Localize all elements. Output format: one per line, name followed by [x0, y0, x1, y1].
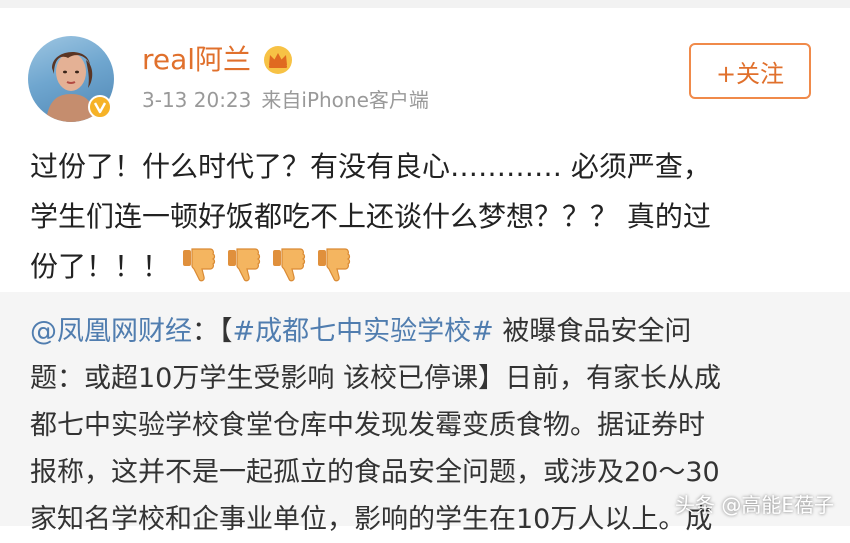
repost-line-text: 被曝食品安全问 [493, 316, 692, 347]
top-divider [0, 0, 850, 8]
hashtag-link[interactable]: #成都七中实验学校# [233, 316, 494, 347]
thumbs-down-icon [180, 244, 218, 284]
thumbs-down-icon [315, 244, 353, 284]
crown-icon [262, 44, 294, 76]
thumbs-down-emoji-group [180, 244, 353, 284]
repost-line: 都七中实验学校食堂仓库中发现发霉变质食物。据证券时 [30, 410, 705, 441]
post-line: 份了！！！ [30, 242, 820, 292]
repost-line: 题：或超10万学生受影响 该校已停课】日前，有家长从成 [30, 363, 721, 394]
post-line: 过份了！什么时代了？有没有良心………… 必须严查， [30, 150, 711, 183]
thumbs-down-icon [270, 244, 308, 284]
post-meta: 3-13 20:23 来自iPhone客户端 [142, 86, 429, 114]
post-line-text: 份了！！！ [30, 250, 171, 283]
repost-author-link[interactable]: @凤凰网财经 [30, 316, 192, 347]
post-line: 学生们连一顿好饭都吃不上还谈什么梦想？？？ 真的过 [30, 200, 711, 233]
post-body: 过份了！什么时代了？有没有良心………… 必须严查， 学生们连一顿好饭都吃不上还谈… [30, 142, 820, 292]
post-source[interactable]: 来自iPhone客户端 [261, 88, 429, 112]
repost-bracket: ：【 [192, 316, 233, 347]
watermark: 头条 @高能E蓓子 [675, 493, 834, 517]
follow-button[interactable]: +关注 [689, 43, 811, 99]
username[interactable]: real阿兰 [142, 42, 251, 78]
verified-badge-icon [88, 95, 112, 119]
thumbs-down-icon [225, 244, 263, 284]
repost-line: @凤凰网财经：【#成都七中实验学校# 被曝食品安全问 [30, 308, 830, 355]
post-timestamp: 3-13 20:23 [142, 88, 252, 112]
